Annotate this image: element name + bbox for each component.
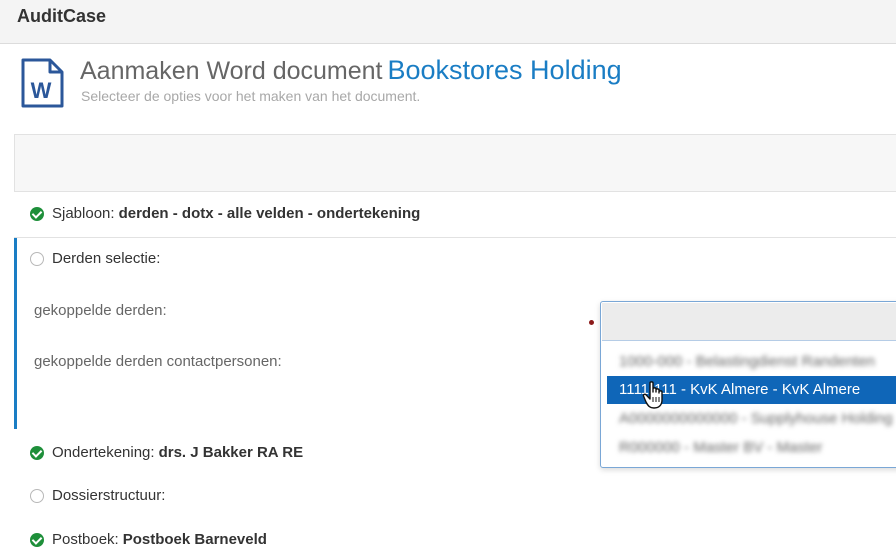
step-ondertekening-label: Ondertekening: drs. J Bakker RA RE [30,444,303,461]
client-name: Bookstores Holding [387,55,622,85]
contactpersonen-label: gekoppelde derden contactpersonen: [34,353,282,370]
step-value: derden - dotx - alle velden - onderteken… [118,205,421,222]
step-derden-label: Derden selectie: [30,250,160,267]
check-circle-icon [30,532,44,547]
step-label-text: Derden selectie: [52,250,161,267]
page-subtitle: Selecteer de opties voor het maken van h… [81,88,421,104]
step-postboek[interactable]: Postboek: Postboek Barneveld [14,519,896,560]
page-title-text: Aanmaken Word document [80,57,383,85]
step-value: Postboek Barneveld [122,531,267,548]
step-postboek-label: Postboek: Postboek Barneveld [30,531,267,548]
hand-pointer-cursor-icon [642,381,663,409]
step-sjabloon-label: Sjabloon: derden - dotx - alle velden - … [30,205,420,222]
gekoppelde-derden-label: gekoppelde derden: [34,302,167,319]
word-document-icon: W [21,58,64,108]
dropdown-option[interactable]: R000000 - Master BV - Master [607,434,896,462]
svg-text:W: W [31,78,52,103]
step-label-text: Dossierstructuur: [52,487,166,504]
top-bar: AuditCase [0,0,896,44]
check-circle-icon [30,206,44,221]
panel-header [14,134,896,192]
step-value: drs. J Bakker RA RE [158,444,304,461]
page-title: Aanmaken Word document Bookstores Holding [80,55,622,86]
step-label-text: Postboek: [52,531,119,548]
step-label-text: Sjabloon: [52,205,115,222]
app-title: AuditCase [17,6,107,26]
check-circle-icon [30,445,44,460]
step-sjabloon[interactable]: Sjabloon: derden - dotx - alle velden - … [14,192,896,238]
empty-circle-icon [30,488,44,503]
step-dossierstructuur[interactable]: Dossierstructuur: [14,475,896,519]
dropdown-search-input[interactable] [602,303,896,341]
required-indicator [589,320,594,325]
empty-circle-icon [30,251,44,266]
step-label-text: Ondertekening: [52,444,155,461]
dropdown-option[interactable]: 1000-000 - Belastingdienst Randenten [607,348,896,376]
step-dossierstructuur-label: Dossierstructuur: [30,487,165,504]
